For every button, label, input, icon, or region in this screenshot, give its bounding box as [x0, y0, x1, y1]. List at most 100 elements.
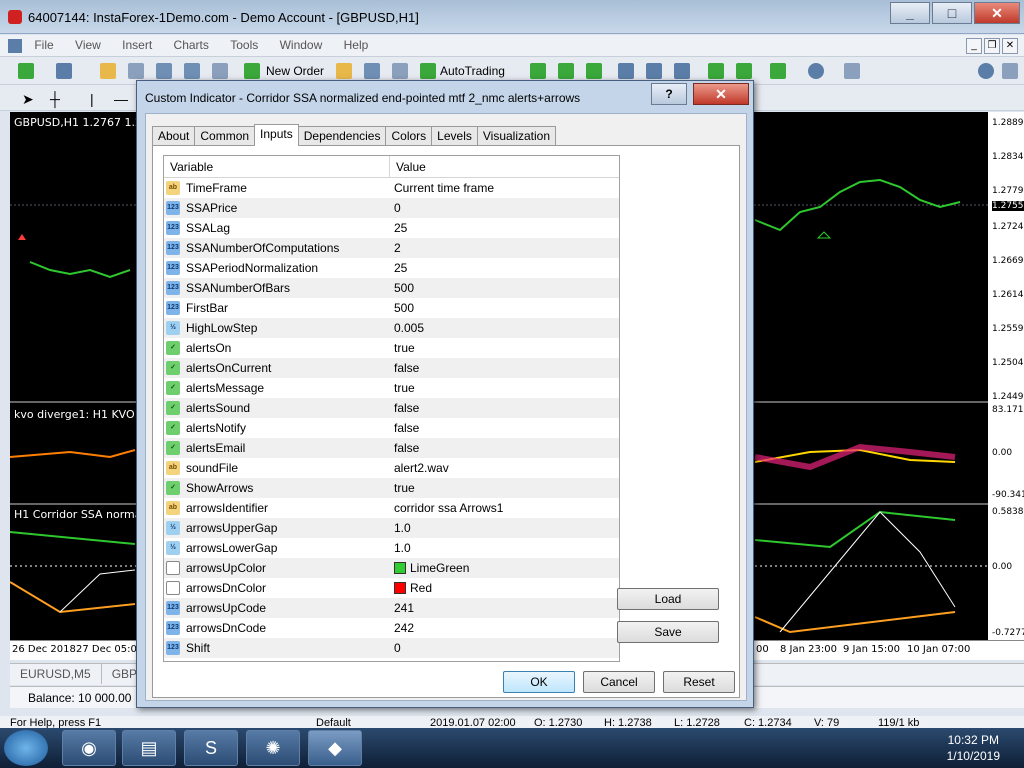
- close-button[interactable]: ✕: [974, 2, 1020, 24]
- table-row[interactable]: arrowsDnColor Red: [164, 578, 619, 598]
- tab-inputs[interactable]: Inputs: [254, 124, 299, 146]
- ok-button[interactable]: OK: [503, 671, 575, 693]
- table-row[interactable]: ✓ alertsEmail false: [164, 438, 619, 458]
- tab-levels[interactable]: Levels: [431, 126, 478, 146]
- table-row[interactable]: 123 SSAPeriodNormalization 25: [164, 258, 619, 278]
- tab-colors[interactable]: Colors: [385, 126, 433, 146]
- zoom-out-icon[interactable]: [646, 63, 662, 79]
- value-cell[interactable]: 500: [390, 301, 414, 315]
- tester-icon[interactable]: [212, 63, 228, 79]
- table-row[interactable]: ½ arrowsUpperGap 1.0: [164, 518, 619, 538]
- navigator-icon[interactable]: [156, 63, 172, 79]
- chart-tab[interactable]: EURUSD,M5: [10, 664, 102, 684]
- save-button[interactable]: Save: [617, 621, 719, 643]
- menu-window[interactable]: Window: [271, 35, 332, 55]
- value-cell[interactable]: 25: [390, 221, 407, 235]
- search-icon[interactable]: [978, 63, 994, 79]
- table-row[interactable]: arrowsUpColor LimeGreen: [164, 558, 619, 578]
- table-row[interactable]: ab TimeFrame Current time frame: [164, 178, 619, 198]
- new-order-button[interactable]: New Order: [262, 61, 328, 81]
- table-row[interactable]: 123 SSALag 25: [164, 218, 619, 238]
- start-button[interactable]: [4, 730, 48, 766]
- metaeditor-icon[interactable]: [336, 63, 352, 79]
- table-row[interactable]: 123 FirstBar 500: [164, 298, 619, 318]
- maximize-button[interactable]: □: [932, 2, 972, 24]
- tile-windows-icon[interactable]: [674, 63, 690, 79]
- value-cell[interactable]: Red: [390, 581, 432, 595]
- new-chart-icon[interactable]: [18, 63, 34, 79]
- value-cell[interactable]: true: [390, 481, 415, 495]
- tab-visualization[interactable]: Visualization: [476, 126, 557, 146]
- table-row[interactable]: ✓ alertsNotify false: [164, 418, 619, 438]
- mdi-close-button[interactable]: ✕: [1002, 38, 1018, 54]
- value-cell[interactable]: 25: [390, 261, 407, 275]
- tab-dependencies[interactable]: Dependencies: [297, 126, 387, 146]
- menu-file[interactable]: File: [25, 35, 62, 55]
- menu-tools[interactable]: Tools: [221, 35, 267, 55]
- tab-about[interactable]: About: [152, 126, 196, 146]
- value-cell[interactable]: 2: [390, 241, 401, 255]
- value-cell[interactable]: false: [390, 421, 419, 435]
- cancel-button[interactable]: Cancel: [583, 671, 655, 693]
- value-cell[interactable]: true: [390, 381, 415, 395]
- market-icon[interactable]: [392, 63, 408, 79]
- value-cell[interactable]: 0.005: [390, 321, 424, 335]
- table-row[interactable]: ab soundFile alert2.wav: [164, 458, 619, 478]
- vertical-line-icon[interactable]: |: [86, 89, 98, 109]
- periods-icon[interactable]: [808, 63, 824, 79]
- autoscroll-icon[interactable]: [736, 63, 752, 79]
- skype-icon[interactable]: S: [184, 730, 238, 766]
- metatrader-icon[interactable]: ✺: [246, 730, 300, 766]
- table-row[interactable]: 123 Shift 0: [164, 638, 619, 658]
- value-cell[interactable]: 242: [390, 621, 414, 635]
- table-row[interactable]: ✓ ShowArrows true: [164, 478, 619, 498]
- tab-common[interactable]: Common: [194, 126, 256, 146]
- table-row[interactable]: ab arrowsIdentifier corridor ssa Arrows1: [164, 498, 619, 518]
- templates-icon[interactable]: [844, 63, 860, 79]
- menu-help[interactable]: Help: [335, 35, 378, 55]
- minimize-button[interactable]: _: [890, 2, 930, 24]
- instaforex-icon[interactable]: ◆: [308, 730, 362, 766]
- terminal-icon[interactable]: [184, 63, 200, 79]
- table-row[interactable]: 123 SSAPrice 0: [164, 198, 619, 218]
- table-row[interactable]: ½ HighLowStep 0.005: [164, 318, 619, 338]
- menu-charts[interactable]: Charts: [165, 35, 218, 55]
- table-row[interactable]: ½ arrowsLowerGap 1.0: [164, 538, 619, 558]
- table-row[interactable]: 123 SSANumberOfBars 500: [164, 278, 619, 298]
- table-row[interactable]: 123 SSANumberOfComputations 2: [164, 238, 619, 258]
- cursor-icon[interactable]: ➤: [18, 89, 38, 109]
- zoom-in-icon[interactable]: [618, 63, 634, 79]
- clock[interactable]: 10:32 PM 1/10/2019: [947, 732, 1000, 764]
- signals-icon[interactable]: [364, 63, 380, 79]
- chart-shift-icon[interactable]: [708, 63, 724, 79]
- value-cell[interactable]: 241: [390, 601, 414, 615]
- chat-icon[interactable]: [1002, 63, 1018, 79]
- data-window-icon[interactable]: [128, 63, 144, 79]
- value-cell[interactable]: Current time frame: [390, 181, 494, 195]
- table-row[interactable]: ✓ alertsOnCurrent false: [164, 358, 619, 378]
- mdi-restore-button[interactable]: ❐: [984, 38, 1000, 54]
- file-explorer-icon[interactable]: ▤: [122, 730, 176, 766]
- autotrading-button[interactable]: AutoTrading: [436, 61, 509, 81]
- value-cell[interactable]: 500: [390, 281, 414, 295]
- value-cell[interactable]: 0: [390, 201, 401, 215]
- table-row[interactable]: ✓ alertsOn true: [164, 338, 619, 358]
- chrome-icon[interactable]: ◉: [62, 730, 116, 766]
- value-cell[interactable]: false: [390, 361, 419, 375]
- value-cell[interactable]: 0: [390, 641, 401, 655]
- value-cell[interactable]: corridor ssa Arrows1: [390, 501, 503, 515]
- value-cell[interactable]: 1.0: [390, 521, 411, 535]
- menu-view[interactable]: View: [66, 35, 110, 55]
- line-chart-icon[interactable]: [586, 63, 602, 79]
- value-cell[interactable]: false: [390, 401, 419, 415]
- value-cell[interactable]: false: [390, 441, 419, 455]
- value-cell[interactable]: LimeGreen: [390, 561, 469, 575]
- value-cell[interactable]: true: [390, 341, 415, 355]
- value-cell[interactable]: 1.0: [390, 541, 411, 555]
- dialog-help-button[interactable]: ?: [651, 83, 687, 105]
- table-row[interactable]: ✓ alertsMessage true: [164, 378, 619, 398]
- menu-insert[interactable]: Insert: [113, 35, 161, 55]
- crosshair-icon[interactable]: ┼: [46, 89, 64, 109]
- table-row[interactable]: 123 arrowsUpCode 241: [164, 598, 619, 618]
- load-button[interactable]: Load: [617, 588, 719, 610]
